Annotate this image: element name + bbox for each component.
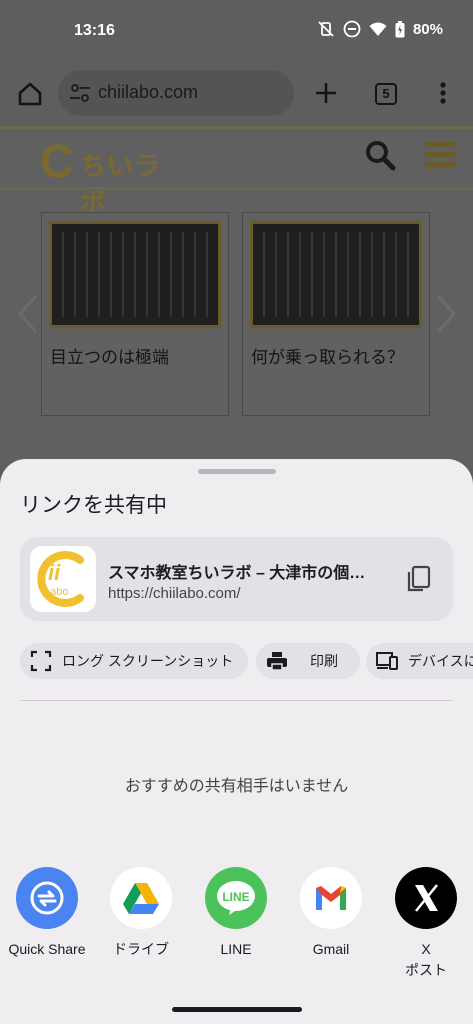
google-drive-icon xyxy=(110,867,172,929)
logo-text: ちいラボ xyxy=(80,151,162,218)
share-target-label: Quick Share xyxy=(8,941,86,957)
article-thumbnail xyxy=(49,221,221,328)
line-app-icon: LINE xyxy=(205,867,267,929)
carousel-next-icon[interactable] xyxy=(436,294,456,334)
carousel-prev-icon[interactable] xyxy=(18,294,38,334)
search-icon[interactable] xyxy=(364,139,396,171)
battery-percent: 80% xyxy=(412,20,443,38)
status-time: 13:16 xyxy=(74,22,115,39)
share-sheet-title: リンクを共有中 xyxy=(20,494,167,517)
share-target-label-main: X xyxy=(421,941,431,957)
battery-icon xyxy=(395,20,405,37)
vibrate-off-icon xyxy=(318,21,334,37)
svg-text:LINE: LINE xyxy=(222,890,249,904)
shared-link-preview: ii Labo スマホ教室ちいラボ – 大津市の個… https://chiil… xyxy=(20,537,453,621)
new-tab-icon[interactable] xyxy=(313,80,339,106)
article-title: 何が乗っ取られる？ xyxy=(251,348,404,367)
share-target-quick-share[interactable]: Quick Share xyxy=(0,867,94,960)
no-suggestions-message: おすすめの共有相手はいません xyxy=(124,778,349,795)
site-favicon: ii Labo xyxy=(30,546,96,612)
share-target-drive[interactable]: ドライブ xyxy=(94,867,188,960)
url-text: chiilabo.com xyxy=(98,82,199,102)
wifi-icon xyxy=(369,22,387,36)
share-target-line[interactable]: LINE LINE xyxy=(189,867,283,960)
print-chip[interactable]: 印刷 xyxy=(256,643,360,679)
article-card[interactable]: 目立つのは極端 xyxy=(41,212,229,416)
browser-toolbar: chiilabo.com 5 xyxy=(0,62,473,126)
chiilabo-logo-icon xyxy=(37,551,84,607)
long-screenshot-chip[interactable]: ロング スクリーンショット xyxy=(20,643,248,679)
chip-label: ロング スクリーンショット xyxy=(62,653,234,669)
chip-label: 印刷 xyxy=(310,653,338,669)
quick-share-icon xyxy=(16,867,78,929)
status-bar: 13:16 80% xyxy=(0,0,473,62)
do-not-disturb-icon xyxy=(343,20,361,38)
divider xyxy=(0,187,473,190)
share-actions-row: ロング スクリーンショット 印刷 デバイスに xyxy=(20,643,473,679)
share-targets-row: Quick Share ドライブ LINE LINE Gmail X ポスト xyxy=(0,867,473,987)
address-bar[interactable]: chiilabo.com xyxy=(58,70,294,116)
article-card[interactable]: 何が乗っ取られる？ xyxy=(242,212,430,416)
logo-mark: C xyxy=(40,135,74,187)
share-sheet: リンクを共有中 ii Labo スマホ教室ちいラボ – 大津市の個… https… xyxy=(0,459,473,1024)
drag-handle[interactable] xyxy=(198,469,276,474)
share-target-x[interactable]: X ポスト xyxy=(379,867,473,981)
divider xyxy=(20,700,453,701)
share-target-sublabel: ポスト xyxy=(405,962,447,978)
chip-label: デバイスに xyxy=(408,653,473,669)
gesture-nav-bar[interactable] xyxy=(172,1007,302,1012)
tab-switcher-button[interactable]: 5 xyxy=(375,83,397,105)
home-icon[interactable] xyxy=(16,80,44,108)
devices-icon xyxy=(376,652,398,670)
screenshot-icon xyxy=(30,650,52,672)
share-target-label: X ポスト xyxy=(379,939,473,981)
web-page: C ちいラボ 目立つのは極端 何が乗っ取られる？ xyxy=(0,126,473,466)
x-logo-icon xyxy=(395,867,457,929)
hamburger-menu-icon[interactable] xyxy=(425,142,455,168)
copy-icon[interactable] xyxy=(404,564,434,594)
link-url: https://chiilabo.com/ xyxy=(108,585,241,602)
send-to-device-chip[interactable]: デバイスに xyxy=(366,643,473,679)
favicon-text: Labo xyxy=(44,586,69,598)
share-target-label: ドライブ xyxy=(113,941,169,957)
site-settings-icon[interactable] xyxy=(70,84,90,102)
share-target-gmail[interactable]: Gmail xyxy=(284,867,378,960)
gmail-icon xyxy=(300,867,362,929)
site-logo[interactable]: C ちいラボ xyxy=(40,132,170,218)
print-icon xyxy=(267,652,287,671)
article-thumbnail xyxy=(250,221,422,328)
share-target-label: LINE xyxy=(220,941,252,957)
article-title: 目立つのは極端 xyxy=(50,348,169,367)
favicon-letters: ii xyxy=(48,560,61,585)
more-menu-icon[interactable] xyxy=(440,82,446,104)
divider xyxy=(0,126,473,129)
status-icons: 80% xyxy=(317,20,443,38)
share-target-label: Gmail xyxy=(312,941,350,957)
link-title: スマホ教室ちいラボ – 大津市の個… xyxy=(108,565,366,582)
